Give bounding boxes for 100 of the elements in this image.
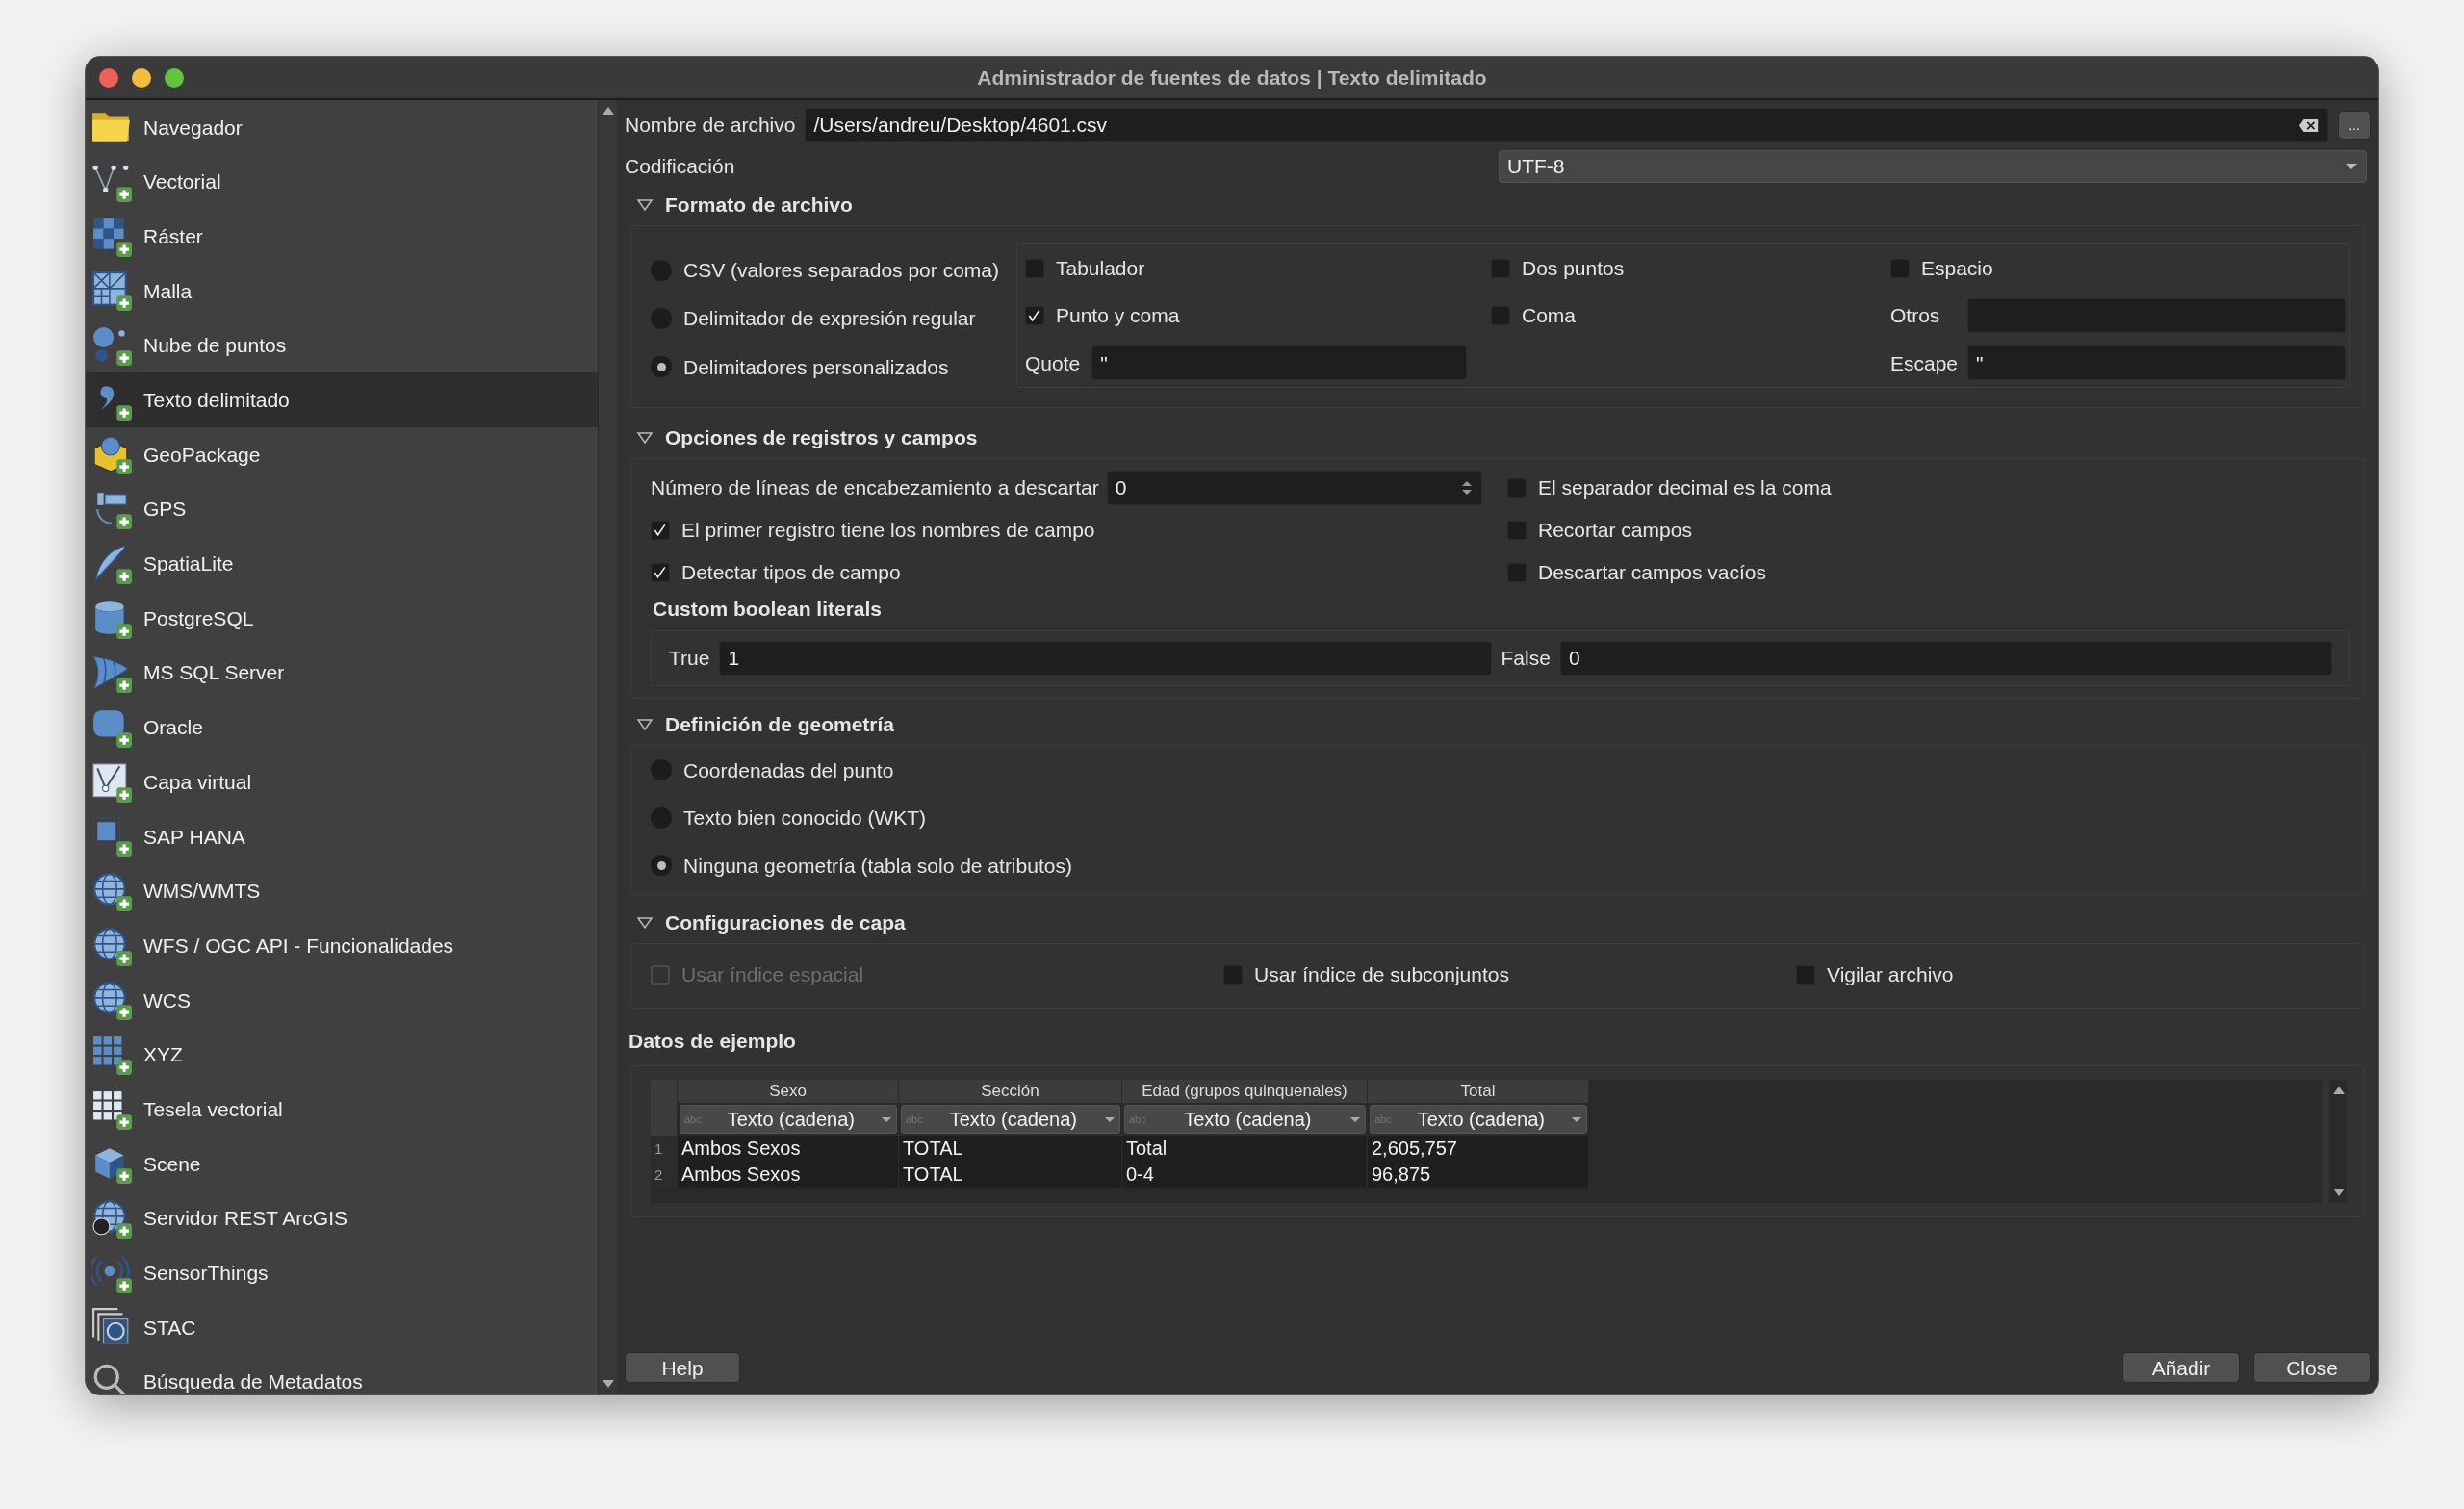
table-cell: Ambos Sexos [678, 1136, 899, 1162]
sidebar-item[interactable]: Oracle [86, 700, 598, 755]
sidebar-item[interactable]: Malla [86, 264, 598, 319]
check-icon [1027, 308, 1042, 323]
sidebar-item[interactable]: GeoPackage [86, 427, 598, 482]
globe-icon [91, 925, 132, 966]
sidebar-item[interactable]: WFS / OGC API - Funcionalidades [86, 918, 598, 973]
section-title: Datos de ejemplo [629, 1028, 796, 1054]
radio-label: Delimitadores personalizados [683, 354, 949, 380]
sidebar-item[interactable]: SpatiaLite [86, 536, 598, 592]
field-label: False [1501, 645, 1551, 671]
radio-label: Texto bien conocido (WKT) [683, 806, 927, 831]
column-header[interactable]: Total [1368, 1080, 1589, 1103]
checkbox-label: Usar índice de subconjuntos [1254, 962, 1509, 987]
sidebar-item[interactable]: PostgreSQL [86, 591, 598, 646]
table-cell: Ambos Sexos [678, 1162, 899, 1188]
radio-label: Delimitador de expresión regular [683, 306, 976, 332]
table-cell: 96,875 [1368, 1162, 1589, 1188]
checkbox-label: Usar índice espacial [681, 962, 864, 987]
table-cell: Total [1122, 1136, 1368, 1162]
vertex-icon [91, 761, 132, 803]
field-label: Quote [1025, 350, 1081, 376]
false-field[interactable]: 0 [1559, 640, 2332, 676]
section-title: Definición de geometría [665, 711, 895, 737]
mesh-icon [91, 270, 132, 312]
escape-field[interactable]: " [1967, 345, 2346, 381]
field-label: Codificación [625, 154, 735, 180]
dialog-button[interactable]: Close [2253, 1352, 2371, 1383]
sidebar-item[interactable]: SensorThings [86, 1245, 598, 1301]
section-title: Configuraciones de capa [665, 910, 906, 936]
encoding-dropdown[interactable]: UTF-8 [1499, 150, 2367, 183]
radio-button[interactable] [651, 356, 672, 378]
checkbox-label: Vigilar archivo [1827, 962, 1954, 987]
clear-icon [2298, 116, 2320, 134]
dropdown-value: Texto (cadena) [1416, 1108, 1546, 1132]
globe-icon [91, 870, 132, 911]
sidebar-item[interactable]: Capa virtual [86, 754, 598, 809]
table-cell: 0-4 [1122, 1162, 1368, 1188]
sidebar-item[interactable]: Navegador [86, 100, 598, 155]
subsection-title: Custom boolean literals [653, 597, 883, 622]
sidebar-item[interactable]: Texto delimitado [86, 372, 598, 428]
sidebar-item[interactable]: SAP HANA [86, 808, 598, 864]
box-icon [91, 434, 132, 475]
window-title: Administrador de fuentes de datos | Texto delimitado [977, 65, 1487, 89]
sidebar-item[interactable]: STAC [86, 1300, 598, 1355]
checkbox-label: El separador decimal es la coma [1538, 475, 1832, 501]
field-label: Número de líneas de encabezamiento a descartar [651, 475, 1099, 501]
caret-icon [2345, 163, 2358, 170]
quote-field[interactable]: " [1091, 345, 1468, 381]
table-cell: TOTAL [899, 1162, 1122, 1188]
column-header[interactable]: Sexo [678, 1080, 899, 1103]
true-field[interactable]: 1 [719, 640, 1492, 676]
sail-icon [91, 652, 132, 694]
sidebar-item[interactable]: WCS [86, 973, 598, 1028]
checkbox-label: Recortar campos [1538, 518, 1692, 544]
sidebar-item[interactable]: Nube de puntos [86, 318, 598, 373]
radio-label: Ninguna geometría (tabla solo de atributos) [683, 853, 1072, 879]
checkbox-label: El primer registro tiene los nombres de campo [681, 518, 1095, 544]
grid-icon [91, 1035, 132, 1076]
help-button[interactable]: Help [625, 1352, 740, 1383]
column-header[interactable]: Sección [899, 1080, 1122, 1103]
sidebar-item[interactable]: XYZ [86, 1027, 598, 1083]
caret-icon [1571, 1115, 1582, 1123]
checkbox[interactable] [651, 563, 670, 582]
square-icon [91, 816, 132, 857]
sidebar-item[interactable]: Tesela vectorial [86, 1082, 598, 1138]
sidebar-item[interactable]: Vectorial [86, 154, 598, 210]
dots-icon [91, 325, 132, 367]
dialog-button[interactable]: Añadir [2122, 1352, 2240, 1383]
sidebar-item[interactable]: Scene [86, 1137, 598, 1191]
sidebar-item[interactable]: Servidor REST ArcGIS [86, 1190, 598, 1246]
checkbox[interactable] [1025, 306, 1044, 325]
checkbox-label: Tabulador [1056, 255, 1145, 281]
sidebar-item[interactable]: GPS [86, 481, 598, 537]
sidebar-item[interactable]: MS SQL Server [86, 645, 598, 701]
table-cell: TOTAL [899, 1136, 1122, 1162]
dropdown-value: UTF-8 [1507, 154, 1565, 180]
section-title: Formato de archivo [665, 192, 853, 218]
close-button[interactable] [99, 67, 118, 88]
checkbox-label: Dos puntos [1522, 255, 1625, 281]
minimize-button[interactable] [132, 67, 151, 88]
checkbox-label: Detectar tipos de campo [681, 560, 901, 586]
checkbox[interactable] [651, 521, 670, 540]
spin-field[interactable]: 0 [1106, 471, 1482, 505]
zoom-button[interactable] [165, 67, 184, 88]
file-path-field[interactable]: /Users/andreu/Desktop/4601.csv [805, 108, 2328, 142]
column-header[interactable]: Edad (grupos quinquenales) [1122, 1080, 1368, 1103]
sidebar-item[interactable]: Búsqueda de Metadatos [86, 1354, 598, 1394]
checkbox-label: Punto y coma [1056, 303, 1180, 329]
radio-button[interactable] [651, 855, 672, 877]
checkbox-label: Coma [1522, 303, 1576, 329]
sidebar-item[interactable]: WMS/WMTS [86, 863, 598, 919]
dropdown-value: Texto (cadena) [948, 1108, 1078, 1132]
globe-icon [91, 1198, 132, 1240]
dropdown-value: Texto (cadena) [1183, 1108, 1313, 1132]
sidebar-item[interactable]: Ráster [86, 209, 598, 265]
browse-button[interactable]: ... [2338, 111, 2371, 140]
dropdown-value: Texto (cadena) [726, 1108, 856, 1132]
field-label: True [669, 645, 710, 671]
table-cell: 2,605,757 [1368, 1136, 1589, 1162]
